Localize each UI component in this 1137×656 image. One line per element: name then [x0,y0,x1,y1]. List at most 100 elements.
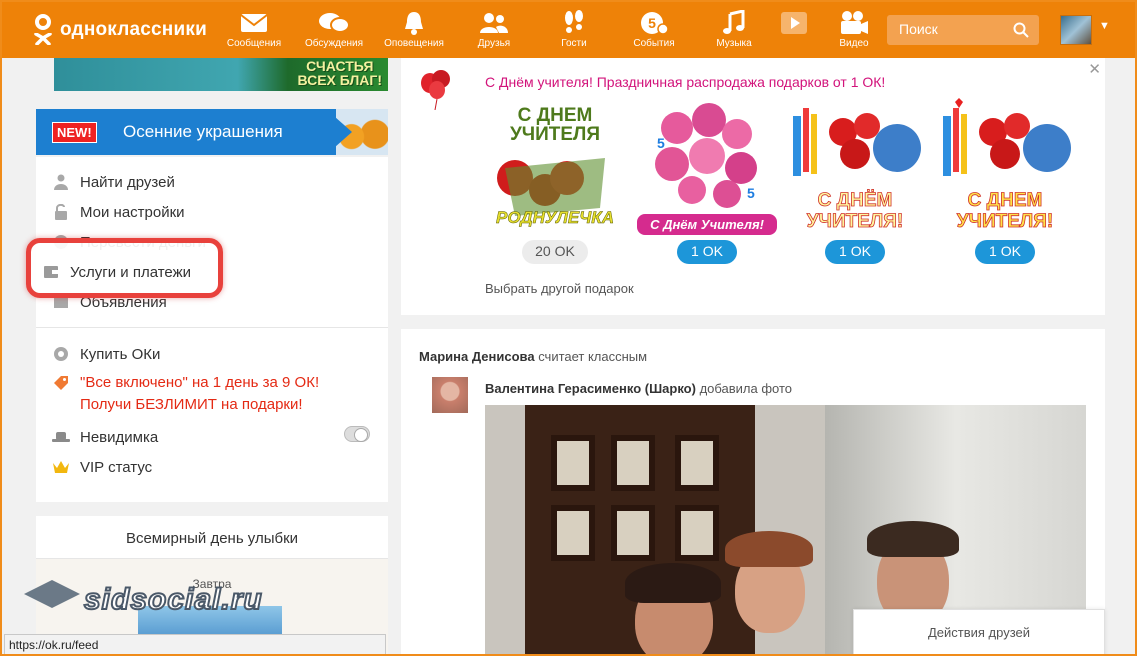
menu-label: Найти друзей [80,173,175,191]
gift-item[interactable]: С ДНЕМ УЧИТЕЛЯ РОДНУЛЕЧКА [485,98,625,242]
gift-tag-icon [52,374,70,392]
menu-all-inclusive-promo[interactable]: "Все включено" на 1 день за 9 ОК! Получи … [52,372,319,416]
watermark-text: sidsocial.ru [83,582,263,617]
menu-invisible[interactable]: Невидимка [52,428,158,446]
lock-open-icon [52,203,70,221]
search-placeholder: Поиск [899,21,938,37]
nav-label: Оповещения [384,38,444,49]
promo-line-1: "Все включено" на 1 день за 9 ОК! [80,374,320,391]
logo[interactable]: одноклассники [32,14,207,46]
promo-arrow [326,109,352,155]
menu-label: Мои настройки [80,203,185,221]
svg-text:5: 5 [648,15,656,31]
svg-text:5: 5 [747,185,755,201]
person-icon [52,173,70,191]
search-icon[interactable] [1013,22,1029,41]
footprints-icon [561,8,587,38]
gift-price-button[interactable]: 20 OK [522,240,588,264]
photo-person-hair [867,521,959,557]
feed-post: Марина Денисова считает классным Валенти… [401,329,1105,654]
gift-item[interactable]: 5 5 С Днём Учителя! [637,98,777,242]
gift-caption-bottom: С Днём Учителя! [637,214,777,235]
events-5-icon: 5 [640,8,668,38]
gift-caption-bottom: С ДНЕМ УЧИТЕЛЯ! [956,190,1054,233]
promo-line-2: Получи БЕЗЛИМИТ на подарки! [80,396,303,413]
nav-events[interactable]: 5 События [614,8,694,54]
photo-person-hair [725,531,813,567]
nav-video[interactable]: Видео [814,8,894,54]
gift-caption-line: УЧИТЕЛЯ [509,124,601,145]
gift-caption-bottom: С ДНЁМ УЧИТЕЛЯ! [806,190,904,233]
gift-caption-bottom: РОДНУЛЕЧКА [496,208,614,228]
gift-item[interactable]: С ДНЁМ УЧИТЕЛЯ! [785,98,925,242]
post-context: Марина Денисова считает классным [419,349,647,364]
coin-icon [52,345,70,363]
svg-text:5: 5 [657,135,665,151]
new-badge: NEW! [52,122,97,143]
menu-services-payments[interactable]: Услуги и платежи [42,263,191,281]
bell-icon [403,8,425,38]
greeting-banner[interactable]: СЧАСТЬЯ ВСЕХ БЛАГ! [54,58,388,91]
post-author-line: Валентина Герасименко (Шарко) добавила ф… [485,381,792,396]
author-avatar[interactable] [432,377,468,413]
highlighted-services-payments[interactable]: Услуги и платежи [26,238,223,298]
top-bar: одноклассники Сообщения Обсуждения Опове… [2,2,1135,58]
user-avatar[interactable] [1060,15,1092,45]
nav-discussions[interactable]: Обсуждения [294,8,374,54]
balloons-icon [417,70,457,111]
menu-label: VIP статус [80,458,153,476]
nav-label: События [633,38,675,49]
photo-person-hair [625,563,721,603]
promo-label: Осенние украшения [123,122,283,141]
nav-label: Друзья [477,38,511,49]
choose-other-gift-link[interactable]: Выбрать другой подарок [485,281,634,296]
browser-status-bar: https://ok.ru/feed [4,634,386,654]
author-name[interactable]: Валентина Герасименко (Шарко) [485,381,696,396]
logo-text: одноклассники [60,19,207,40]
gift-caption-line: С ДНЕМ [517,105,593,126]
music-note-icon [722,8,746,38]
liker-name[interactable]: Марина Денисова [419,349,535,364]
nav-label: Сообщения [226,38,282,49]
close-icon[interactable]: ✕ [1088,60,1101,78]
nav-friends[interactable]: Друзья [454,8,534,54]
menu-label: Невидимка [80,428,159,446]
hat-icon [52,428,70,446]
ok-logo-icon [32,14,54,46]
friends-actions-button[interactable]: Действия друзей [853,609,1105,654]
menu-label: Услуги и платежи [70,263,192,281]
nav-notifications[interactable]: Оповещения [374,8,454,54]
friends-icon [478,8,510,38]
watermark: sidsocial.ru [24,580,263,620]
banner-text-2: ВСЕХ БЛАГ! [297,72,383,88]
menu-vip[interactable]: VIP статус [52,458,152,476]
chevron-down-icon[interactable]: ▼ [1099,20,1110,32]
invisible-toggle[interactable] [344,426,370,442]
envelope-icon [240,8,268,38]
gifts-headline: С Днём учителя! Праздничная распродажа п… [485,74,886,90]
nav-video-play[interactable] [774,8,814,54]
camera-icon [838,8,870,38]
nav-messages[interactable]: Сообщения [214,8,294,54]
nav-label: Обсуждения [304,38,364,49]
menu-buy-ok[interactable]: Купить ОКи [52,345,160,363]
menu-find-friends[interactable]: Найти друзей [52,173,175,191]
holiday-title: Всемирный день улыбки [125,530,299,547]
chat-bubbles-icon [318,8,350,38]
gift-item[interactable]: С ДНЕМ УЧИТЕЛЯ! [935,98,1075,242]
graduation-cap-icon [24,580,80,608]
liker-action: считает классным [538,349,648,364]
nav-label: Гости [561,38,587,49]
gift-price-button[interactable]: 1 OK [677,240,737,264]
search-input[interactable]: Поиск [887,15,1039,45]
autumn-decorations-promo[interactable]: NEW! Осенние украшения [36,109,388,155]
left-menu: Найти друзей Мои настройки Перевести ден… [36,157,388,502]
nav-music[interactable]: Музыка [694,8,774,54]
menu-my-settings[interactable]: Мои настройки [52,203,185,221]
nav-guests[interactable]: Гости [534,8,614,54]
gift-price-button[interactable]: 1 OK [975,240,1035,264]
nav-label: Видео [839,38,869,49]
browser-frame: одноклассники Сообщения Обсуждения Опове… [0,0,1137,656]
gift-price-button[interactable]: 1 OK [825,240,885,264]
nav-label: Музыка [716,38,752,49]
